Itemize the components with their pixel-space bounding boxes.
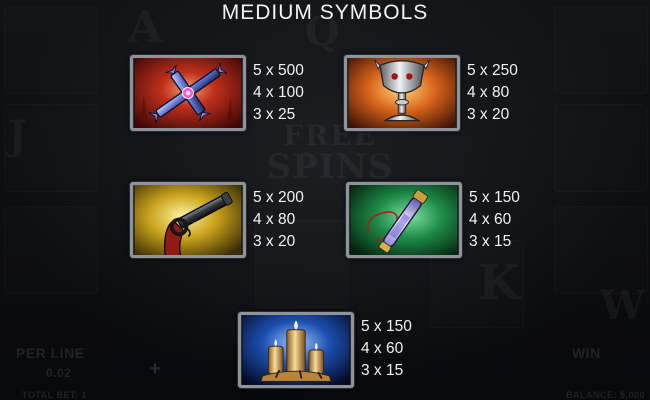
pay-row-3-of-kind: 3 x 20 xyxy=(467,106,510,123)
pay-row-5-of-kind: 5 x 200 xyxy=(253,189,304,206)
pay-row-3-of-kind: 3 x 25 xyxy=(253,106,296,123)
pay-row-4-of-kind: 4 x 80 xyxy=(467,84,510,101)
symbol-card-cross xyxy=(130,55,246,131)
pay-row-4-of-kind: 4 x 60 xyxy=(361,340,404,357)
symbol-card-candles xyxy=(238,312,354,388)
pay-row-5-of-kind: 5 x 500 xyxy=(253,62,304,79)
pay-row-4-of-kind: 4 x 80 xyxy=(253,211,296,228)
background-free-spins-logo: FREE SPINS xyxy=(250,122,410,187)
background-wild-icon: W xyxy=(600,282,645,329)
cross-icon xyxy=(134,58,242,128)
per-line-value: 0.02 xyxy=(46,366,72,380)
balance-label: BALANCE: 5,000 xyxy=(566,390,646,400)
paytable-pistol: 5 x 200 4 x 80 3 x 20 xyxy=(253,187,333,253)
background-reel-tile xyxy=(554,206,648,294)
background-letter-j-icon: J xyxy=(8,112,27,159)
vial-icon xyxy=(350,185,458,255)
goblet-icon xyxy=(348,58,456,128)
symbol-card-goblet xyxy=(344,55,460,131)
total-bet-label: TOTAL BET: 1 xyxy=(22,390,88,400)
page-title: MEDIUM SYMBOLS xyxy=(221,1,429,24)
pay-row-3-of-kind: 3 x 15 xyxy=(469,233,512,250)
paytable-goblet: 5 x 250 4 x 80 3 x 20 xyxy=(467,60,547,126)
pay-row-4-of-kind: 4 x 60 xyxy=(469,211,512,228)
pay-row-3-of-kind: 3 x 20 xyxy=(253,233,296,250)
background-letter-k-icon: K xyxy=(478,255,520,311)
paytable-candles: 5 x 150 4 x 60 3 x 15 xyxy=(361,316,441,382)
pistol-icon xyxy=(134,185,242,255)
paytable-vial: 5 x 150 4 x 60 3 x 15 xyxy=(469,187,549,253)
increase-bet-icon[interactable]: + xyxy=(146,359,164,379)
per-line-label: PER LINE xyxy=(16,345,85,361)
candles-icon xyxy=(242,315,350,385)
background-free-spins-line2: SPINS xyxy=(266,147,394,187)
pay-row-3-of-kind: 3 x 15 xyxy=(361,362,404,379)
background-reel-tile xyxy=(554,104,648,192)
win-label: WIN xyxy=(572,345,601,361)
pay-row-4-of-kind: 4 x 100 xyxy=(253,84,304,101)
paytable-cross: 5 x 500 4 x 100 3 x 25 xyxy=(253,60,333,126)
symbol-card-vial xyxy=(346,182,462,258)
pay-row-5-of-kind: 5 x 150 xyxy=(469,189,520,206)
pay-row-5-of-kind: 5 x 250 xyxy=(467,62,518,79)
pay-row-5-of-kind: 5 x 150 xyxy=(361,318,412,335)
symbol-card-pistol xyxy=(130,182,246,258)
background-reel-tile xyxy=(4,206,98,294)
